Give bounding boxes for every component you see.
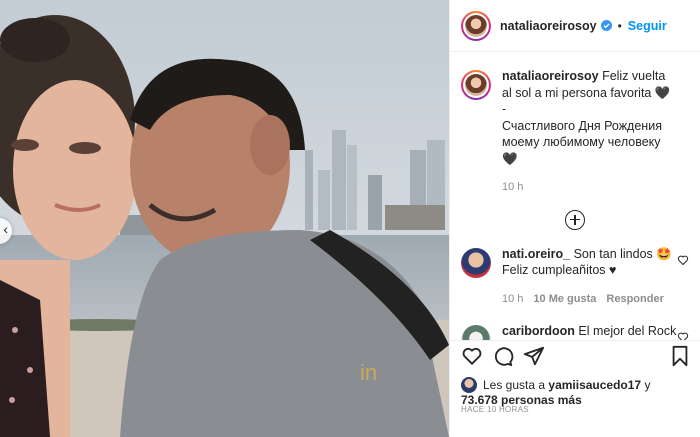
share-icon[interactable]: [523, 345, 545, 367]
comment-heart-icon[interactable]: [677, 254, 689, 266]
post-header: nataliaoreirosoy • Seguir: [450, 0, 700, 52]
caption-username[interactable]: nataliaoreirosoy: [502, 69, 599, 83]
comment-avatar[interactable]: [461, 247, 491, 278]
comment-username[interactable]: caribordoon: [502, 324, 575, 338]
liker-avatar[interactable]: [461, 377, 477, 393]
comment-meta: 10 h 10 Me gusta Responder: [502, 291, 677, 308]
comments-scroll-area[interactable]: nataliaoreirosoy Feliz vuelta al sol a m…: [450, 52, 700, 340]
likes-summary: Les gusta a yamiisaucedo17 y 73.678 pers…: [461, 377, 691, 408]
header-separator: •: [617, 18, 622, 33]
post-details-panel: nataliaoreirosoy • Seguir nataliaoreiros…: [449, 0, 700, 437]
follow-button[interactable]: Seguir: [628, 19, 667, 33]
caption-line-3: Счастливого Дня Рождения моему любимому …: [502, 118, 662, 166]
comment-time[interactable]: 10 h: [502, 293, 523, 305]
comment-text: nati.oreiro_ Son tan lindos 🤩 Feliz cump…: [502, 246, 677, 308]
comment-like-count[interactable]: 10 Me gusta: [533, 293, 596, 305]
liker-username[interactable]: yamiisaucedo17: [548, 378, 641, 392]
caption-meta: 10 h: [502, 179, 677, 196]
account-avatar[interactable]: [461, 10, 491, 41]
carousel-left-icon: ‹: [3, 221, 8, 237]
comment-reply-button[interactable]: Responder: [606, 293, 663, 305]
photo-illustration: in: [0, 0, 449, 437]
likes-connector: y: [644, 378, 651, 392]
comment-icon[interactable]: [492, 345, 514, 367]
likes-prefix: Les gusta a: [483, 378, 546, 392]
comment-heart-icon[interactable]: [677, 331, 689, 340]
post-photo[interactable]: in ‹: [0, 0, 449, 437]
add-comment-icon[interactable]: [565, 209, 585, 230]
account-username[interactable]: nataliaoreirosoy: [500, 19, 597, 33]
caption-line-2: -: [502, 102, 507, 116]
caption-avatar[interactable]: [461, 70, 491, 100]
verified-badge-icon: [600, 20, 612, 31]
comment-item: nati.oreiro_ Son tan lindos 🤩 Feliz cump…: [450, 246, 700, 308]
comment-avatar[interactable]: [461, 325, 491, 340]
svg-text:in: in: [360, 360, 377, 385]
bookmark-icon[interactable]: [669, 345, 691, 367]
comment-item: caribordoon El mejor del Rock Nacional!!…: [450, 323, 700, 340]
instagram-post: in ‹ nataliaoreirosoy • Seguir nataliaor…: [0, 0, 700, 437]
caption-text: nataliaoreirosoy Feliz vuelta al sol a m…: [502, 68, 677, 196]
post-timestamp[interactable]: HACE 10 HORAS: [461, 405, 529, 414]
caption-item: nataliaoreirosoy Feliz vuelta al sol a m…: [450, 68, 700, 196]
comment-username[interactable]: nati.oreiro_: [502, 247, 570, 261]
caption-time[interactable]: 10 h: [502, 181, 523, 193]
comment-text: caribordoon El mejor del Rock Nacional!!…: [502, 323, 677, 340]
post-actions-bar: [450, 340, 700, 370]
heart-icon[interactable]: [461, 345, 483, 367]
